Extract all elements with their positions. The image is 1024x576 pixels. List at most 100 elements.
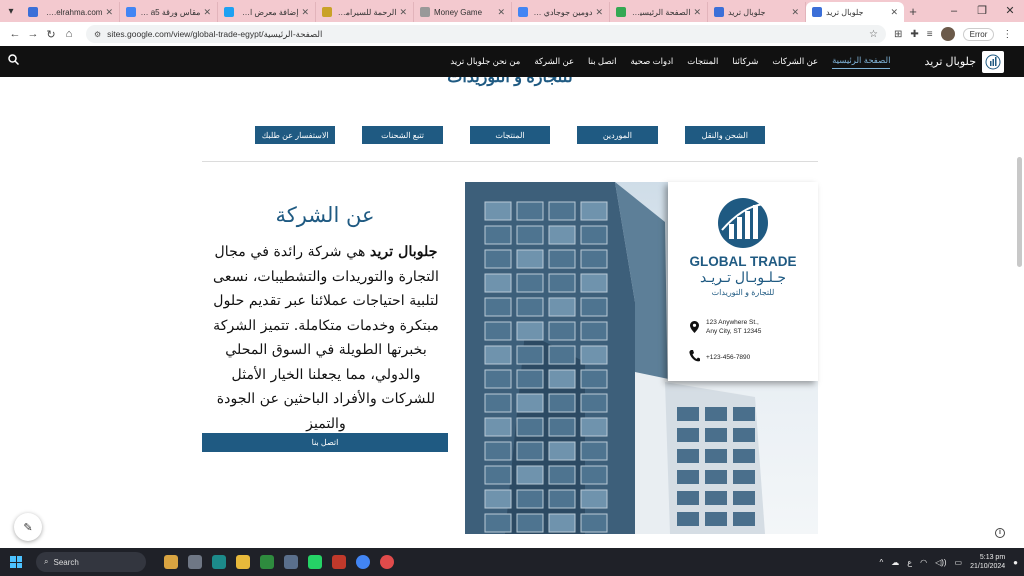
- file-explorer-icon[interactable]: [236, 555, 250, 569]
- quick-link-button[interactable]: الموردين: [577, 126, 658, 144]
- quick-link-button[interactable]: المنتجات: [469, 126, 551, 144]
- tab-favicon-icon: [812, 7, 822, 17]
- site-search-icon[interactable]: [8, 54, 20, 68]
- back-icon[interactable]: ←: [6, 28, 24, 40]
- site-title[interactable]: جلوبال تريد: [924, 55, 976, 68]
- address-bar[interactable]: ⚙ sites.google.com/view/global-trade-egy…: [86, 25, 886, 43]
- tab-close-icon[interactable]: ✕: [890, 7, 898, 18]
- browser-tab[interactable]: إضافة معرض الأعمال✕: [218, 2, 316, 22]
- browser-tab[interactable]: الرحمة للسيراميك و الأ✕: [316, 2, 414, 22]
- global-trade-logo-icon: [718, 198, 768, 248]
- nav-link[interactable]: اتصل بنا: [588, 56, 616, 67]
- profile-avatar[interactable]: [940, 27, 955, 41]
- browser-tab[interactable]: www.elrahma.com -✕: [22, 2, 120, 22]
- maximize-icon[interactable]: ❐: [968, 0, 996, 22]
- clock[interactable]: 5:13 pm 21/10/2024: [970, 553, 1005, 571]
- card-brand: GLOBAL TRADE: [689, 254, 797, 269]
- card-address-line2: Any City, ST 12345: [706, 328, 762, 335]
- tab-title: www.elrahma.com -: [42, 7, 103, 17]
- tab-favicon-icon: [28, 7, 38, 17]
- browser-tab[interactable]: جلوبال تريد ✕: [708, 2, 806, 22]
- tab-close-icon[interactable]: ✕: [203, 7, 211, 18]
- edit-pencil-button[interactable]: ✎: [14, 513, 42, 541]
- windows-start-icon[interactable]: [10, 556, 22, 568]
- taskbar-search[interactable]: ⌕ Search: [36, 552, 146, 572]
- quick-link-button[interactable]: الشحن والنقل: [684, 126, 765, 144]
- clock-time: 5:13 pm: [979, 554, 1006, 561]
- tab-close-icon[interactable]: ✕: [497, 7, 505, 18]
- about-lead: جلوبال تريد: [370, 244, 438, 260]
- tab-favicon-icon: [518, 7, 528, 17]
- chrome-profile-icon[interactable]: [380, 555, 394, 569]
- home-icon[interactable]: ⌂: [60, 28, 78, 40]
- tab-search-icon[interactable]: ▾: [0, 0, 22, 22]
- card-tagline: للتجارة و التوريدات: [711, 288, 775, 297]
- app-icon[interactable]: [332, 555, 346, 569]
- task-view-icon[interactable]: [188, 555, 202, 569]
- store-icon[interactable]: [260, 555, 274, 569]
- volume-icon[interactable]: ◁)): [935, 558, 946, 567]
- notification-icon[interactable]: ●: [1013, 558, 1018, 567]
- tab-close-icon[interactable]: ✕: [791, 7, 799, 18]
- wifi-icon[interactable]: ◠: [920, 558, 927, 567]
- browser-toolbar: ← → ↻ ⌂ ⚙ sites.google.com/view/global-t…: [0, 22, 1024, 46]
- bookmark-star-icon[interactable]: ☆: [869, 29, 878, 40]
- more-menu-icon[interactable]: ⋮: [1002, 29, 1012, 40]
- quick-link-button[interactable]: الاستفسار عن طلبك: [254, 126, 336, 144]
- phone-icon: [689, 350, 700, 362]
- tab-title: مقاس ورقة a5 - بحث: [140, 7, 201, 17]
- browser-tab[interactable]: جلوبال تريد ✕: [806, 2, 904, 22]
- widgets-icon[interactable]: [164, 555, 178, 569]
- about-body: هي شركة رائدة في مجال التجارة والتوريدات…: [213, 244, 439, 432]
- translate-icon[interactable]: ⊞: [894, 29, 902, 40]
- page-content: للتجارة و التوريدات الشحن والنقل الموردين…: [0, 77, 1024, 547]
- nav-link[interactable]: ادوات صحية: [630, 56, 673, 67]
- nav-link[interactable]: عن الشركات: [772, 56, 818, 67]
- tab-title: الرحمة للسيراميك و الأ: [336, 7, 397, 17]
- site-logo[interactable]: [982, 50, 1004, 73]
- calculator-icon[interactable]: [284, 555, 298, 569]
- site-info-icon[interactable]: ⚙: [94, 30, 101, 39]
- nav-link[interactable]: الصفحة الرئيسية: [832, 55, 891, 69]
- tab-close-icon[interactable]: ✕: [301, 7, 309, 18]
- location-pin-icon: [690, 321, 699, 333]
- whatsapp-icon[interactable]: [308, 555, 322, 569]
- reload-icon[interactable]: ↻: [42, 28, 60, 41]
- info-icon[interactable]: i: [995, 528, 1005, 538]
- keyboard-language[interactable]: ع: [907, 558, 912, 567]
- tab-close-icon[interactable]: ✕: [595, 7, 603, 18]
- browser-tab[interactable]: الصفحة الرئيسية - ج ✕: [610, 2, 708, 22]
- nav-link[interactable]: شركائنا: [732, 56, 758, 67]
- browser-tab-strip: ▾ www.elrahma.com -✕مقاس ورقة a5 - بحث✕إ…: [0, 0, 1024, 22]
- browser-tab[interactable]: مقاس ورقة a5 - بحث✕: [120, 2, 218, 22]
- nav-link[interactable]: من نحن جلوبال تريد: [450, 56, 520, 67]
- media-icon[interactable]: ≡: [927, 29, 933, 40]
- nav-link[interactable]: المنتجات: [687, 56, 718, 67]
- tab-favicon-icon: [224, 7, 234, 17]
- system-tray: ^ ☁ ع ◠ ◁)) ▭ 5:13 pm 21/10/2024 ●: [880, 553, 1024, 571]
- page-scrollbar[interactable]: [1017, 157, 1022, 267]
- page-heading: للتجارة و التوريدات: [447, 77, 573, 86]
- quick-link-button[interactable]: تتبع الشحنات: [362, 126, 443, 144]
- battery-icon[interactable]: ▭: [955, 558, 963, 567]
- site-nav: جلوبال تريد الصفحة الرئيسية عن الشركات شرك…: [0, 46, 1024, 77]
- about-paragraph: جلوبال تريد هي شركة رائدة في مجال التجار…: [204, 240, 448, 436]
- browser-tab[interactable]: دومين جوجادي - بحث✕: [512, 2, 610, 22]
- tab-close-icon[interactable]: ✕: [105, 7, 113, 18]
- forward-icon[interactable]: →: [24, 28, 42, 40]
- browser-tab[interactable]: Money Game ✕: [414, 2, 512, 22]
- cloud-icon[interactable]: ☁: [891, 558, 899, 567]
- error-chip[interactable]: Error: [962, 27, 995, 41]
- contact-button[interactable]: اتصل بنا: [202, 433, 448, 452]
- edge-icon[interactable]: [212, 555, 226, 569]
- chrome-icon[interactable]: [356, 555, 370, 569]
- tray-chevron-icon[interactable]: ^: [880, 558, 884, 567]
- tab-close-icon[interactable]: ✕: [399, 7, 407, 18]
- new-tab-button[interactable]: +: [904, 2, 922, 22]
- close-window-icon[interactable]: ✕: [996, 0, 1024, 22]
- minimize-icon[interactable]: –: [940, 0, 968, 22]
- extensions-icon[interactable]: ✚: [910, 29, 918, 40]
- tab-close-icon[interactable]: ✕: [693, 7, 701, 18]
- nav-link[interactable]: عن الشركة: [534, 56, 574, 67]
- logo-icon: [985, 54, 1001, 69]
